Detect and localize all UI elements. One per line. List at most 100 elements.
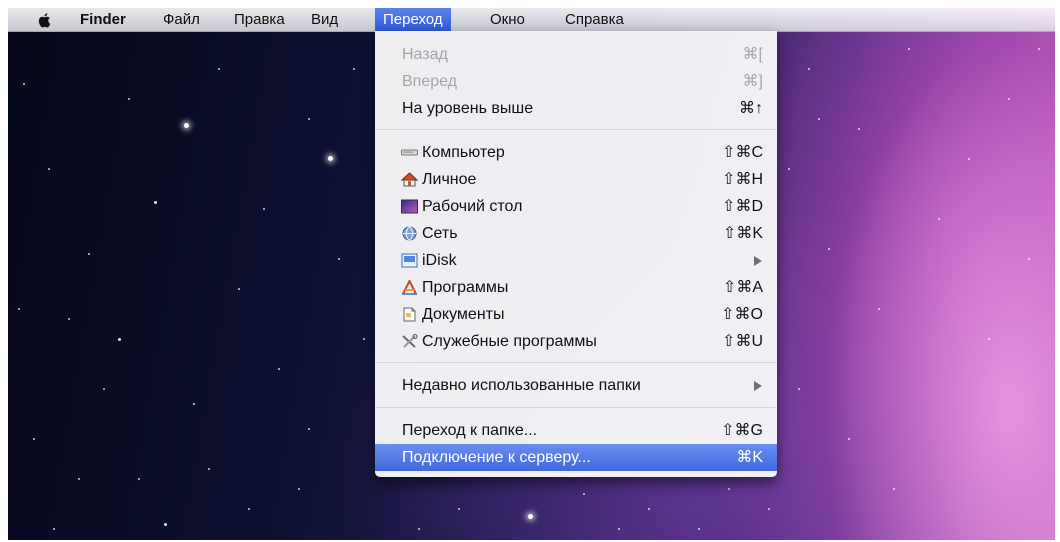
menu-item-shortcut: ⇧⌘U	[722, 333, 763, 350]
menu-item-label: Документы	[422, 306, 505, 323]
star	[818, 118, 820, 120]
menu-item-shortcut: ⌘[	[742, 46, 763, 63]
idisk-icon	[401, 253, 418, 268]
desktop: Finder Файл Правка Вид Переход Окно Спра…	[8, 8, 1055, 540]
star	[248, 508, 250, 510]
star	[808, 68, 810, 70]
star	[338, 258, 340, 260]
star	[308, 118, 310, 120]
star	[353, 68, 355, 70]
star	[23, 83, 25, 85]
menu-item-shortcut: ⇧⌘A	[722, 279, 763, 296]
star	[53, 528, 55, 530]
star	[278, 368, 280, 370]
menu-item-applications[interactable]: Программы ⇧⌘A	[375, 274, 777, 301]
computer-icon	[401, 149, 418, 156]
menu-item-shortcut: ⇧⌘G	[721, 422, 763, 439]
menu-finder[interactable]: Finder	[72, 8, 134, 31]
menu-item-recent-folders[interactable]: Недавно использованные папки	[375, 372, 777, 399]
menu-item-label: Программы	[422, 279, 509, 296]
menu-item-label: Вперед	[402, 73, 458, 90]
home-icon	[401, 172, 418, 187]
star	[328, 156, 333, 161]
menu-item-label: Недавно использованные папки	[402, 377, 641, 394]
star	[308, 428, 310, 430]
star	[968, 158, 970, 160]
star	[878, 308, 880, 310]
menu-item-utilities[interactable]: Служебные программы ⇧⌘U	[375, 328, 777, 355]
menu-item-label: Служебные программы	[422, 333, 597, 350]
menu-item-desktop[interactable]: Рабочий стол ⇧⌘D	[375, 193, 777, 220]
menu-go[interactable]: Переход	[375, 8, 451, 31]
menu-item-forward[interactable]: Вперед ⌘]	[375, 68, 777, 95]
submenu-arrow-icon	[754, 381, 762, 391]
star	[908, 48, 910, 50]
network-icon	[402, 226, 417, 241]
menu-item-shortcut: ⇧⌘K	[722, 225, 763, 242]
star	[988, 338, 990, 340]
star	[154, 201, 157, 204]
star	[193, 403, 195, 405]
menu-item-home[interactable]: Личное ⇧⌘H	[375, 166, 777, 193]
menu-item-shortcut: ⌘↑	[739, 100, 763, 117]
menu-view[interactable]: Вид	[303, 8, 346, 31]
star	[33, 438, 35, 440]
star	[458, 508, 460, 510]
menu-item-label: На уровень выше	[402, 100, 534, 117]
star	[848, 438, 850, 440]
star	[528, 514, 533, 519]
star	[78, 478, 80, 480]
menu-item-label: Личное	[422, 171, 477, 188]
menu-item-computer[interactable]: Компьютер ⇧⌘C	[375, 139, 777, 166]
menu-separator	[376, 407, 776, 408]
star	[418, 528, 420, 530]
menu-item-connect-to-server[interactable]: Подключение к серверу... ⌘K	[375, 444, 777, 471]
star	[768, 508, 770, 510]
star	[118, 338, 121, 341]
star	[164, 523, 167, 526]
menu-item-label: Переход к папке...	[402, 422, 538, 439]
star	[1038, 48, 1040, 50]
menu-item-label: Подключение к серверу...	[402, 449, 591, 466]
star	[48, 168, 50, 170]
menu-separator	[376, 362, 776, 363]
star	[893, 488, 895, 490]
menu-item-go-to-folder[interactable]: Переход к папке... ⇧⌘G	[375, 417, 777, 444]
star	[208, 468, 210, 470]
menu-file[interactable]: Файл	[155, 8, 208, 31]
menu-item-enclosing-folder[interactable]: На уровень выше ⌘↑	[375, 95, 777, 122]
star	[298, 488, 300, 490]
menu-item-network[interactable]: Сеть ⇧⌘K	[375, 220, 777, 247]
menu-item-documents[interactable]: Документы ⇧⌘O	[375, 301, 777, 328]
menu-item-label: Сеть	[422, 225, 458, 242]
star	[1008, 98, 1010, 100]
star	[648, 508, 650, 510]
applications-icon	[402, 280, 417, 295]
menu-item-label: Рабочий стол	[422, 198, 523, 215]
menu-edit[interactable]: Правка	[226, 8, 293, 31]
apple-logo-icon[interactable]	[36, 11, 54, 29]
star	[18, 308, 20, 310]
menu-item-shortcut: ⌘K	[736, 449, 763, 466]
menu-help[interactable]: Справка	[557, 8, 632, 31]
submenu-arrow-icon	[754, 256, 762, 266]
star	[363, 338, 365, 340]
utilities-icon	[402, 334, 418, 348]
documents-icon	[403, 307, 416, 322]
menu-item-shortcut: ⇧⌘D	[722, 198, 763, 215]
menu-bar: Finder Файл Правка Вид Переход Окно Спра…	[8, 8, 1055, 32]
star	[618, 528, 620, 530]
menu-item-shortcut: ⌘]	[742, 73, 763, 90]
star	[828, 248, 830, 250]
menu-item-idisk[interactable]: iDisk	[375, 247, 777, 274]
menu-window[interactable]: Окно	[482, 8, 533, 31]
star	[788, 168, 790, 170]
menu-item-label: Назад	[402, 46, 448, 63]
menu-item-back[interactable]: Назад ⌘[	[375, 41, 777, 68]
star	[68, 318, 70, 320]
star	[728, 488, 730, 490]
go-menu-dropdown: Назад ⌘[ Вперед ⌘] На уровень выше ⌘↑ Ко…	[375, 31, 777, 477]
star	[218, 68, 220, 70]
desktop-icon	[401, 199, 418, 214]
star	[88, 253, 90, 255]
